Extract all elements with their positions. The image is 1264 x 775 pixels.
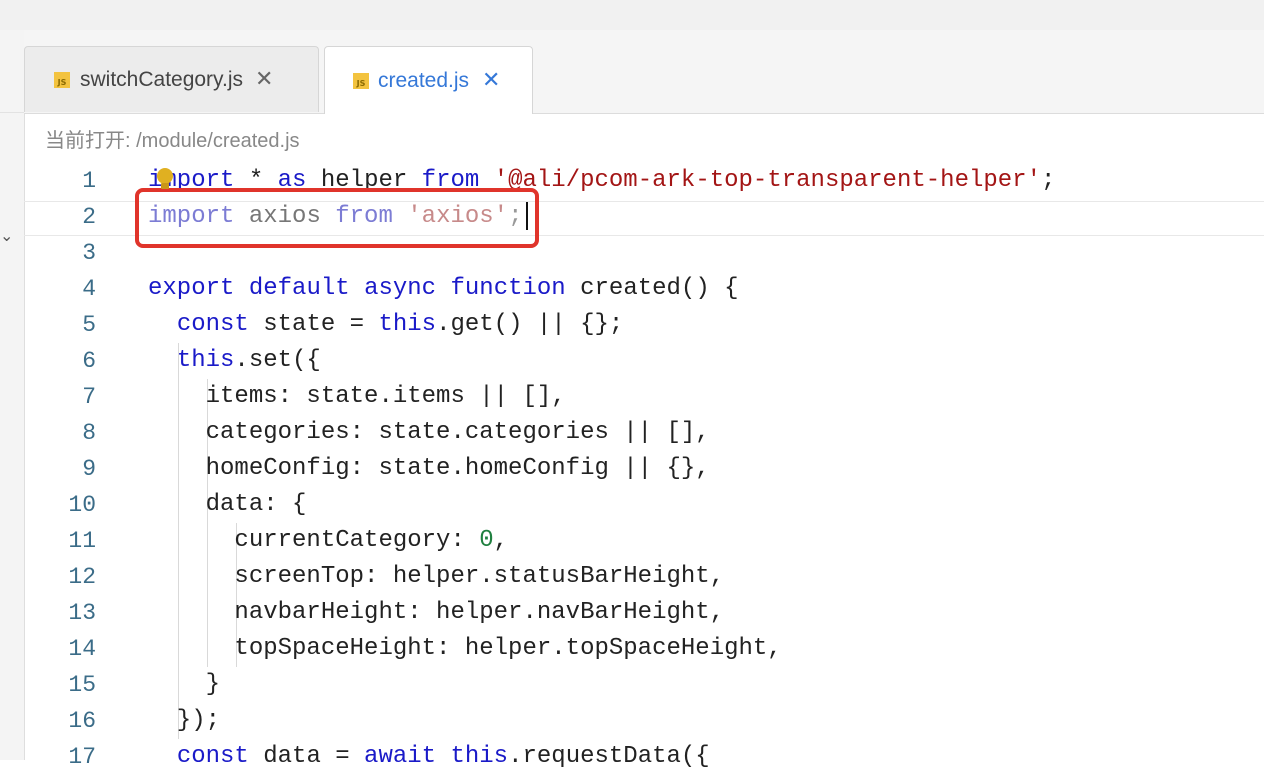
code-text[interactable]: screenTop: helper.statusBarHeight, bbox=[148, 559, 724, 595]
line-number: 4 bbox=[82, 276, 96, 302]
code-line[interactable]: 10 data: { bbox=[24, 487, 1264, 523]
tab-label: created.js bbox=[378, 68, 470, 92]
line-number: 7 bbox=[82, 384, 96, 410]
tab-label: switchCategory.js bbox=[80, 67, 243, 91]
code-text[interactable]: topSpaceHeight: helper.topSpaceHeight, bbox=[148, 631, 781, 667]
annotation-highlight-box bbox=[135, 188, 539, 248]
code-text[interactable]: homeConfig: state.homeConfig || {}, bbox=[148, 451, 710, 487]
code-line[interactable]: 16 }); bbox=[24, 703, 1264, 739]
close-icon[interactable]: ✕ bbox=[255, 68, 273, 91]
current-file-path: 当前打开: /module/created.js bbox=[45, 130, 300, 152]
line-number: 11 bbox=[68, 528, 96, 554]
code-text[interactable]: items: state.items || [], bbox=[148, 379, 566, 415]
line-number: 12 bbox=[68, 564, 96, 590]
line-number: 9 bbox=[82, 456, 96, 482]
code-line[interactable]: 7 items: state.items || [], bbox=[24, 379, 1264, 415]
line-number: 3 bbox=[82, 240, 96, 266]
code-line[interactable]: 6 this.set({ bbox=[24, 343, 1264, 379]
code-line[interactable]: 15 } bbox=[24, 667, 1264, 703]
code-line[interactable]: 4 export default async function created()… bbox=[24, 271, 1264, 307]
line-number: 5 bbox=[82, 312, 96, 338]
code-editor[interactable]: 1 import * as helper from '@ali/pcom-ark-… bbox=[24, 163, 1264, 770]
line-number: 15 bbox=[68, 672, 96, 698]
code-line[interactable]: 5 const state = this.get() || {}; bbox=[24, 307, 1264, 343]
code-text[interactable]: currentCategory: 0, bbox=[148, 523, 508, 559]
lightbulb-icon[interactable] bbox=[156, 167, 174, 191]
code-text[interactable]: export default async function created() … bbox=[148, 271, 739, 307]
side-panel-edge: ⌄ bbox=[0, 30, 25, 760]
code-text[interactable]: data: { bbox=[148, 487, 307, 523]
code-text[interactable]: const state = this.get() || {}; bbox=[148, 307, 623, 343]
code-text[interactable]: } bbox=[148, 667, 220, 703]
code-text[interactable]: categories: state.categories || [], bbox=[148, 415, 710, 451]
title-bar bbox=[0, 0, 1264, 31]
tab-switchcategory[interactable]: JS switchCategory.js ✕ bbox=[24, 46, 319, 112]
code-line[interactable]: 14 topSpaceHeight: helper.topSpaceHeight… bbox=[24, 631, 1264, 667]
line-number: 10 bbox=[68, 492, 96, 518]
code-text[interactable]: const data = await this.requestData({ bbox=[148, 739, 710, 775]
code-line[interactable]: 17 const data = await this.requestData({ bbox=[24, 739, 1264, 775]
side-panel-divider bbox=[0, 112, 24, 121]
code-line[interactable]: 11 currentCategory: 0, bbox=[24, 523, 1264, 559]
line-number: 14 bbox=[68, 636, 96, 662]
code-line[interactable]: 13 navbarHeight: helper.navBarHeight, bbox=[24, 595, 1264, 631]
close-icon[interactable]: ✕ bbox=[482, 69, 500, 92]
line-number: 8 bbox=[82, 420, 96, 446]
line-number: 17 bbox=[68, 744, 96, 770]
js-file-icon: JS bbox=[54, 71, 70, 88]
editor-tab-strip: JS switchCategory.js ✕ JS created.js ✕ bbox=[24, 30, 1264, 114]
code-line[interactable]: 8 categories: state.categories || [], bbox=[24, 415, 1264, 451]
code-line[interactable]: 12 screenTop: helper.statusBarHeight, bbox=[24, 559, 1264, 595]
js-file-icon: JS bbox=[353, 72, 369, 89]
line-number: 2 bbox=[82, 204, 96, 230]
line-number: 13 bbox=[68, 600, 96, 626]
code-text[interactable]: }); bbox=[148, 703, 220, 739]
line-number: 1 bbox=[82, 168, 96, 194]
tab-created[interactable]: JS created.js ✕ bbox=[324, 46, 533, 114]
code-line[interactable]: 9 homeConfig: state.homeConfig || {}, bbox=[24, 451, 1264, 487]
line-number: 6 bbox=[82, 348, 96, 374]
line-number: 16 bbox=[68, 708, 96, 734]
code-text[interactable]: this.set({ bbox=[148, 343, 321, 379]
code-text[interactable]: navbarHeight: helper.navBarHeight, bbox=[148, 595, 724, 631]
collapse-caret-icon[interactable]: ⌄ bbox=[0, 226, 13, 245]
